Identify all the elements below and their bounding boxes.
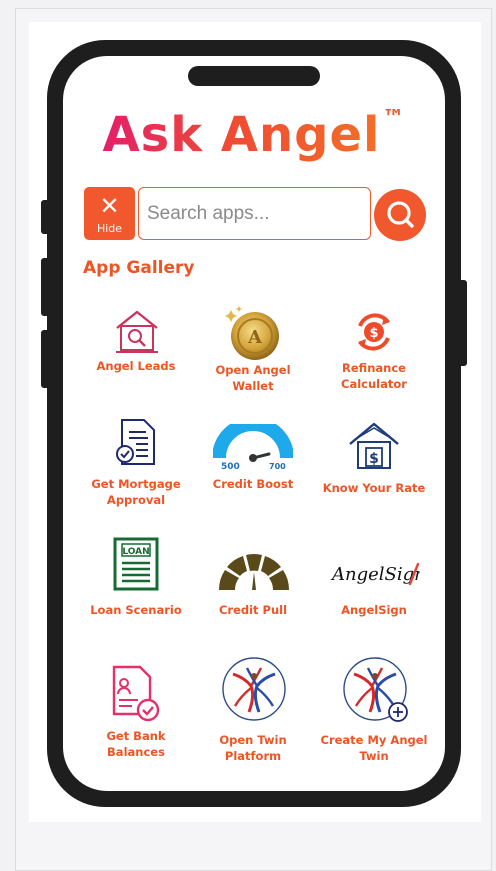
search-input[interactable]: [138, 187, 371, 240]
search-icon: [387, 201, 414, 228]
dial-gauge-icon: [218, 554, 290, 590]
hide-button[interactable]: ✕ Hide: [84, 187, 135, 240]
app-label: Get Mortgage Approval: [91, 477, 181, 507]
hide-label: Hide: [96, 222, 123, 235]
app-label: Open Twin Platform: [219, 733, 287, 763]
gold-coin-icon: A: [225, 306, 279, 360]
credit-gauge-icon: 500 700: [213, 424, 293, 470]
app-tile-get-mortgage-approval[interactable]: Get Mortgage Approval: [76, 418, 196, 508]
search-button[interactable]: [374, 189, 426, 241]
app-tile-open-twin-platform[interactable]: Open Twin Platform: [193, 656, 313, 766]
app-tile-know-your-rate[interactable]: $ Know Your Rate: [314, 420, 434, 510]
svg-text:LOAN: LOAN: [122, 547, 149, 557]
app-label: Open Angel Wallet: [215, 363, 291, 393]
app-label: AngelSign: [341, 603, 407, 617]
svg-text:700: 700: [269, 462, 286, 470]
dancers-plus-icon: [343, 657, 408, 722]
app-label: Credit Boost: [212, 477, 294, 491]
app-tile-credit-boost[interactable]: 500 700 Credit Boost: [193, 424, 313, 494]
loan-document-icon: LOAN: [113, 537, 159, 591]
document-check-icon: [116, 419, 155, 465]
app-tile-refinance-calculator[interactable]: $ Refinance Calculator: [314, 306, 434, 396]
house-dollar-icon: $: [349, 422, 399, 469]
app-tile-create-my-angel-twin[interactable]: Create My Angel Twin: [314, 656, 434, 766]
app-tile-get-bank-balances[interactable]: Get Bank Balances: [76, 664, 196, 764]
person-document-check-icon: [112, 665, 160, 722]
svg-text:$: $: [369, 326, 378, 341]
angelsign-logo-icon: AngelSign: [330, 562, 420, 586]
app-label: Get Bank Balances: [106, 729, 166, 759]
app-tile-open-angel-wallet[interactable]: A Open Angel Wallet: [193, 304, 313, 394]
phone-notch: [188, 66, 320, 86]
app-tile-angelsign[interactable]: AngelSign AngelSign: [314, 558, 434, 628]
svg-text:500: 500: [221, 462, 240, 470]
svg-text:$: $: [369, 451, 379, 467]
app-label: Know Your Rate: [322, 481, 426, 495]
app-tile-angel-leads[interactable]: Angel Leads: [76, 308, 196, 378]
app-tile-credit-pull[interactable]: Credit Pull: [193, 550, 313, 620]
close-icon: ✕: [99, 192, 120, 220]
app-gallery-heading: App Gallery: [83, 258, 195, 278]
app-label: Credit Pull: [218, 603, 288, 617]
svg-text:AngelSign: AngelSign: [330, 564, 420, 585]
app-label: Angel Leads: [96, 359, 176, 373]
app-label: Create My Angel Twin: [320, 733, 428, 763]
dancers-icon: [222, 657, 286, 721]
app-title: Ask Angel™: [102, 106, 406, 163]
app-label: Loan Scenario: [90, 603, 182, 617]
app-tile-loan-scenario[interactable]: LOAN Loan Scenario: [76, 536, 196, 617]
dollar-refresh-icon: $: [358, 313, 390, 351]
svg-text:A: A: [247, 327, 263, 348]
app-label: Refinance Calculator: [341, 361, 407, 391]
house-search-icon: [116, 310, 158, 353]
